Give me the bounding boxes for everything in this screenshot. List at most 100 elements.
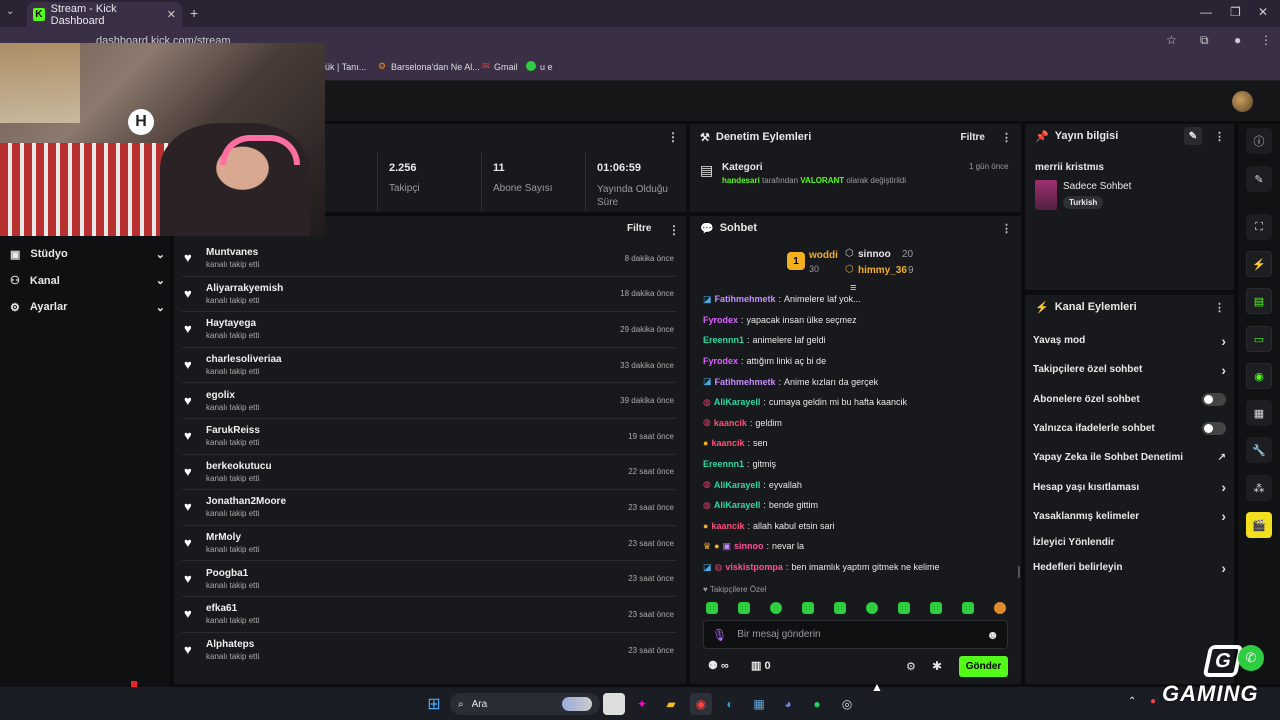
- action-banned-words[interactable]: Yasaklanmış kelimeler ›: [1025, 502, 1234, 531]
- sidebar-item-settings[interactable]: ⚙ Ayarlar ⌄: [10, 294, 165, 321]
- category-name[interactable]: Sadece Sohbet: [1063, 181, 1131, 192]
- more-options-icon[interactable]: ⋮: [668, 223, 680, 237]
- leader-name[interactable]: woddi: [809, 250, 838, 261]
- document-icon[interactable]: ▤: [1246, 288, 1272, 314]
- edit-icon[interactable]: ✎: [1184, 127, 1202, 145]
- bookmark-star-icon[interactable]: ☆: [1166, 33, 1177, 47]
- more-options-icon[interactable]: ⋮: [1001, 222, 1012, 235]
- microphone-icon[interactable]: 🎙: [712, 628, 727, 642]
- toggle-switch[interactable]: [1202, 392, 1226, 406]
- action-followers-only[interactable]: Takipçilere özel sohbet ›: [1025, 355, 1234, 384]
- task-view-icon[interactable]: [603, 693, 625, 715]
- language-tag[interactable]: Turkish: [1063, 196, 1104, 209]
- tray-icon[interactable]: ●: [1150, 696, 1156, 707]
- browser-menu-icon[interactable]: ⋮: [1260, 33, 1272, 47]
- external-link-icon: ↗: [1217, 452, 1226, 464]
- chat-scrollbar[interactable]: [1018, 566, 1020, 578]
- bookmark-item[interactable]: Barselona'dan Ne Al...: [391, 62, 480, 72]
- nodes-icon[interactable]: ⁂: [1246, 475, 1272, 501]
- edge-icon[interactable]: ◐: [719, 693, 741, 715]
- discord-icon[interactable]: ◕: [777, 693, 799, 715]
- action-slow-mode[interactable]: Yavaş mod ›: [1025, 326, 1234, 355]
- emote-icon[interactable]: [834, 602, 846, 614]
- screenshot-icon[interactable]: ⛶: [1246, 214, 1272, 240]
- file-explorer-icon[interactable]: ▰: [660, 693, 682, 715]
- close-tab-icon[interactable]: ✕: [167, 8, 176, 21]
- user-avatar[interactable]: [1232, 91, 1253, 112]
- badge-icon: ◍: [703, 499, 711, 510]
- stat-live-duration: 01:06:59 Yayında Olduğu Süre: [597, 162, 668, 208]
- settings-icon[interactable]: ⚙: [906, 660, 916, 673]
- emote-icon[interactable]: [930, 602, 942, 614]
- extensions-icon[interactable]: ⧉: [1200, 33, 1209, 48]
- chrome-icon[interactable]: ◉: [690, 693, 712, 715]
- emoji-icon[interactable]: ☻: [986, 628, 999, 642]
- emote-icon[interactable]: [738, 602, 750, 614]
- maximize-icon[interactable]: ❐: [1230, 5, 1241, 19]
- spotify-icon[interactable]: ●: [806, 693, 828, 715]
- taskbar-search[interactable]: ⌕ Ara: [450, 693, 600, 715]
- broadcast-icon[interactable]: ◉: [1246, 363, 1272, 389]
- action-ai-moderation[interactable]: Yapay Zeka ile Sohbet Denetimi ↗: [1025, 443, 1234, 472]
- action-emotes-only[interactable]: Yalnızca ifadelerle sohbet: [1025, 414, 1234, 443]
- more-options-icon[interactable]: ⋮: [667, 130, 679, 144]
- mouse-cursor-icon: ▲: [871, 680, 883, 694]
- tab-list-icon[interactable]: ⌄: [6, 6, 14, 17]
- lightning-icon: ⚡: [1035, 301, 1049, 314]
- more-options-icon[interactable]: ⋮: [1001, 131, 1012, 144]
- browser-tab[interactable]: K Stream - Kick Dashboard ✕: [27, 2, 182, 27]
- event-time: 1 gün önce: [969, 162, 1009, 171]
- chat-input[interactable]: 🎙 Bir mesaj gönderin ☻: [703, 620, 1008, 649]
- badge-icon: ●: [703, 438, 709, 449]
- heart-icon: ♥: [184, 499, 192, 515]
- emote-icon[interactable]: [866, 602, 878, 614]
- store-icon[interactable]: ▦: [748, 693, 770, 715]
- windows-start-icon[interactable]: ⊞: [423, 693, 445, 715]
- more-options-icon[interactable]: ⋮: [1214, 301, 1225, 314]
- sidebar-item-channel[interactable]: ⚇ Kanal ⌄: [10, 268, 165, 295]
- layout-icon[interactable]: ▦: [1246, 400, 1272, 426]
- filter-button[interactable]: Filtre: [961, 132, 985, 143]
- badge-icon: ▣: [722, 540, 732, 551]
- emote-icon[interactable]: [770, 602, 782, 614]
- edit-icon[interactable]: ✎: [1246, 166, 1272, 192]
- emote-icon[interactable]: [994, 602, 1006, 614]
- close-window-icon[interactable]: ✕: [1258, 5, 1268, 19]
- more-options-icon[interactable]: ⋮: [1214, 130, 1225, 143]
- logo-icon: H: [128, 109, 154, 135]
- chat-message: Ereennn1: animelere laf geldi: [703, 335, 826, 346]
- action-host[interactable]: İzleyici Yönlendir: [1025, 531, 1234, 553]
- filter-button[interactable]: Filtre: [627, 223, 651, 234]
- bookmark-item[interactable]: Gmail: [494, 62, 518, 72]
- emote-icon[interactable]: [962, 602, 974, 614]
- leader-name[interactable]: himmy_36: [858, 265, 907, 276]
- list-item: ♥ Muntvanes kanalı takip etti 8 dakika önce: [182, 241, 676, 277]
- wrench-icon[interactable]: 🔧: [1246, 437, 1272, 463]
- chat-message: ♛ ● ▣ sinnoo: nevar la: [703, 540, 805, 552]
- sidebar-item-studio[interactable]: ▣ Stüdyo ⌄: [10, 241, 165, 268]
- action-account-age[interactable]: Hesap yaşı kısıtlaması ›: [1025, 472, 1234, 501]
- action-set-goals[interactable]: Hedefleri belirleyin ›: [1025, 553, 1234, 582]
- emote-icon[interactable]: [706, 602, 718, 614]
- info-icon[interactable]: ⓘ: [1246, 128, 1272, 154]
- event-description: handesari tarafından VALORANT olarak değ…: [722, 176, 906, 185]
- toggle-switch[interactable]: [1202, 422, 1226, 436]
- tray-chevron-icon[interactable]: ⌃: [1128, 696, 1136, 707]
- bookmark-item[interactable]: u e: [540, 62, 553, 72]
- leader-name[interactable]: sinnoo: [858, 249, 891, 260]
- profile-icon[interactable]: ●: [1234, 33, 1241, 47]
- minimize-icon[interactable]: —: [1200, 5, 1212, 19]
- copilot-icon[interactable]: ✦: [631, 693, 653, 715]
- new-tab-icon[interactable]: +: [190, 5, 198, 21]
- send-button[interactable]: Gönder: [959, 656, 1008, 677]
- action-subscribers-only[interactable]: Abonelere özel sohbet: [1025, 385, 1234, 414]
- bot-icon[interactable]: ✱: [932, 659, 942, 673]
- chat-icon[interactable]: ▭: [1246, 326, 1272, 352]
- chevron-down-icon: ⌄: [155, 275, 165, 288]
- obs-icon[interactable]: ◎: [836, 693, 858, 715]
- clapper-icon[interactable]: 🎬: [1246, 512, 1272, 538]
- emote-icon[interactable]: [802, 602, 814, 614]
- lightning-icon[interactable]: ⚡: [1246, 251, 1272, 277]
- bookmark-item[interactable]: ük | Tanı...: [325, 62, 366, 72]
- emote-icon[interactable]: [898, 602, 910, 614]
